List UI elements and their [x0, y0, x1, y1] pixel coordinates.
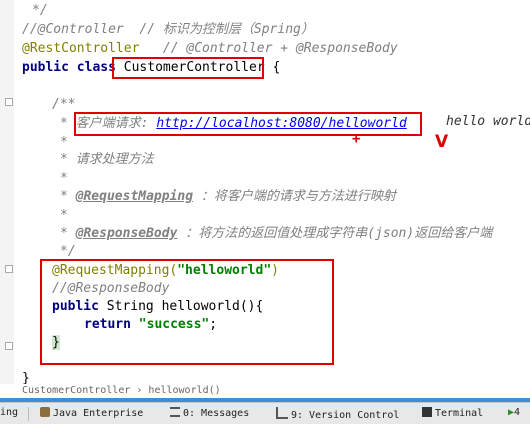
toolwindow-version-control[interactable]: 9: Version Control: [276, 407, 399, 421]
fold-marker[interactable]: [5, 342, 13, 350]
method-highlight-box: [40, 259, 334, 365]
tool-window-bar: ing Java Enterprise 0: Messages 9: Versi…: [0, 402, 530, 424]
class-name-highlight-box: [112, 57, 264, 79]
messages-icon: [170, 407, 180, 417]
fold-marker[interactable]: [5, 98, 13, 106]
annotation-hello-world: hello world: [446, 114, 530, 129]
toolwindow-messages[interactable]: 0: Messages: [170, 407, 249, 419]
code-editor[interactable]: */ //@Controller // 标识为控制层（Spring） @Rest…: [0, 0, 530, 384]
code-line-12: *: [60, 208, 68, 223]
code-line-13: * @ResponseBody ：将方法的返回值处理成字符串(json)返回给客…: [60, 226, 493, 241]
code-line-8: *: [60, 135, 68, 150]
url-highlight-box: [74, 112, 422, 136]
code-line-2: //@Controller // 标识为控制层（Spring）: [22, 22, 314, 37]
red-plus-mark: +: [352, 131, 361, 147]
toolwindow-run[interactable]: ▶4: [508, 407, 520, 418]
toolwindow-cut[interactable]: ing: [0, 407, 18, 418]
code-line-10: *: [60, 171, 68, 186]
code-line-21: }: [22, 371, 30, 384]
red-v-mark: V: [435, 132, 449, 152]
code-line-6: /**: [52, 97, 76, 112]
code-line-3: @RestController // @Controller + @Respon…: [22, 41, 398, 56]
toolwindow-java-enterprise[interactable]: Java Enterprise: [40, 407, 143, 419]
breadcrumb[interactable]: CustomerController › helloworld(): [0, 384, 530, 398]
code-line-9: * 请求处理方法: [60, 152, 154, 167]
fold-marker[interactable]: [5, 265, 13, 273]
code-line-1: */: [32, 3, 48, 18]
version-control-icon: [276, 407, 288, 419]
separator: [28, 407, 29, 421]
java-enterprise-icon: [40, 407, 50, 417]
terminal-icon: [422, 407, 432, 417]
toolwindow-terminal[interactable]: Terminal: [422, 407, 483, 419]
editor-gutter: [0, 0, 14, 384]
code-line-11: * @RequestMapping ：将客户端的请求与方法进行映射: [60, 189, 396, 204]
